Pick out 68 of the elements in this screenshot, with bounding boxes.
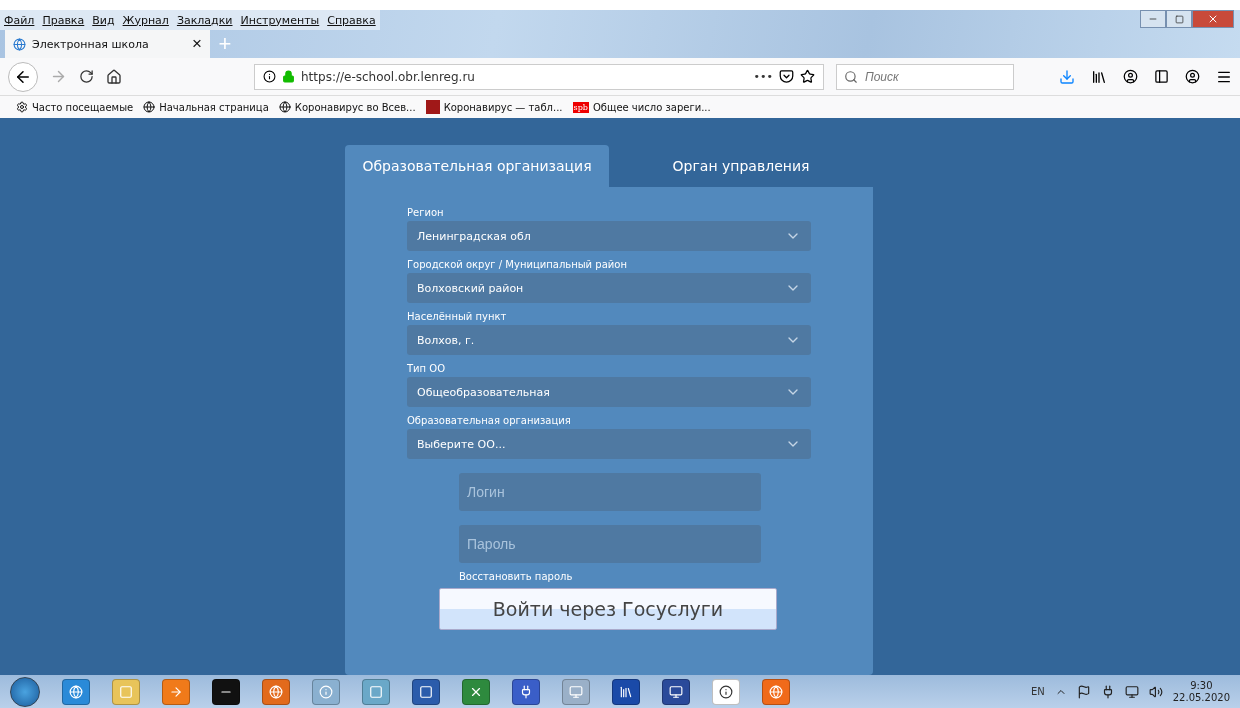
taskbar-app-icon[interactable] [462,678,490,705]
back-button[interactable] [8,61,38,92]
field-label: Образовательная организация [407,415,572,426]
start-button[interactable] [10,676,40,707]
dropdown-select[interactable]: Общеобразовательная [407,377,811,407]
dropdown-select[interactable]: Волхов, г. [407,325,811,355]
volume-icon[interactable] [1148,684,1163,699]
clock[interactable]: 9:30 22.05.2020 [1172,679,1230,704]
gosuslugi-login-button[interactable]: Войти через Госуслуги [439,588,777,630]
taskbar-app-icon[interactable] [612,678,640,705]
menu-item[interactable]: Правка [42,13,85,27]
taskbar-app-icon[interactable] [662,678,690,705]
taskbar-app-icon[interactable] [712,678,740,705]
reload-button[interactable] [79,69,94,84]
login-tab[interactable]: Образовательная организация [345,145,609,187]
field-label: Населённый пункт [407,311,508,322]
taskbar-app-icon[interactable] [212,678,240,705]
menu-item[interactable]: Закладки [176,13,233,27]
login-tab[interactable]: Орган управления [609,145,873,187]
tab-close-button[interactable]: × [192,34,202,54]
site-badge: spb [572,101,589,113]
login-field[interactable]: Логин [459,473,761,511]
field-label: Тип ОО [407,363,447,374]
dropdown-select[interactable]: Волховский район [407,273,811,303]
lock-icon [282,70,295,83]
taskbar-app-icon[interactable] [262,678,290,705]
menu-item[interactable]: Файл [4,13,35,27]
taskbar-app-icon[interactable] [762,678,790,705]
restore-password-link[interactable]: Восстановить пароль [459,571,811,582]
taskbar-app-icon[interactable] [512,678,540,705]
search-icon [844,69,858,84]
field-label: Городской округ / Муниципальный район [407,259,628,270]
more-actions-button[interactable]: ••• [753,70,773,83]
bookmark-link[interactable]: Коронавирус — табл... [425,100,563,114]
account-icon[interactable] [1185,69,1200,84]
pocket-icon[interactable] [779,69,794,84]
menu-item[interactable]: Справка [327,13,376,27]
library-icon[interactable] [1091,68,1107,85]
site-icon [13,37,26,51]
sidebar-icon[interactable] [1154,69,1169,84]
bookmark-label: Общее число зареги... [592,101,711,113]
globe-icon [143,101,156,113]
url-text: https://e-school.obr.lenreg.ru [301,69,476,84]
search-field[interactable]: Поиск [836,63,1014,90]
bookmark-link[interactable]: spb Общее число зареги... [572,101,711,113]
password-field[interactable]: Пароль [459,525,761,563]
flag-icon[interactable] [1076,684,1091,699]
star-icon[interactable] [800,69,815,84]
home-button[interactable] [106,68,122,85]
menu-item[interactable]: Инструменты [240,13,320,27]
tab-title: Электронная школа [32,37,150,51]
browser-tab[interactable]: Электронная школа × [5,30,210,58]
close-icon [1207,13,1219,25]
gear-icon [16,101,28,113]
dropdown-select[interactable]: Ленинградская обл [407,221,811,251]
globe-icon [278,101,291,113]
address-bar[interactable]: https://e-school.obr.lenreg.ru ••• [254,63,824,90]
bookmark-label: Коронавирус — табл... [443,101,563,113]
maximize-icon [1174,14,1184,24]
taskbar-app-icon[interactable] [412,678,440,705]
info-icon [263,70,276,83]
field-label: Регион [407,207,445,218]
language-indicator[interactable]: EN [1030,686,1045,697]
download-icon[interactable] [1059,68,1075,85]
dropdown-select[interactable]: Выберите ОО... [407,429,811,459]
menu-item[interactable]: Вид [92,13,115,27]
taskbar-app-icon[interactable] [62,678,90,705]
menu-item[interactable]: Журнал [122,13,169,27]
